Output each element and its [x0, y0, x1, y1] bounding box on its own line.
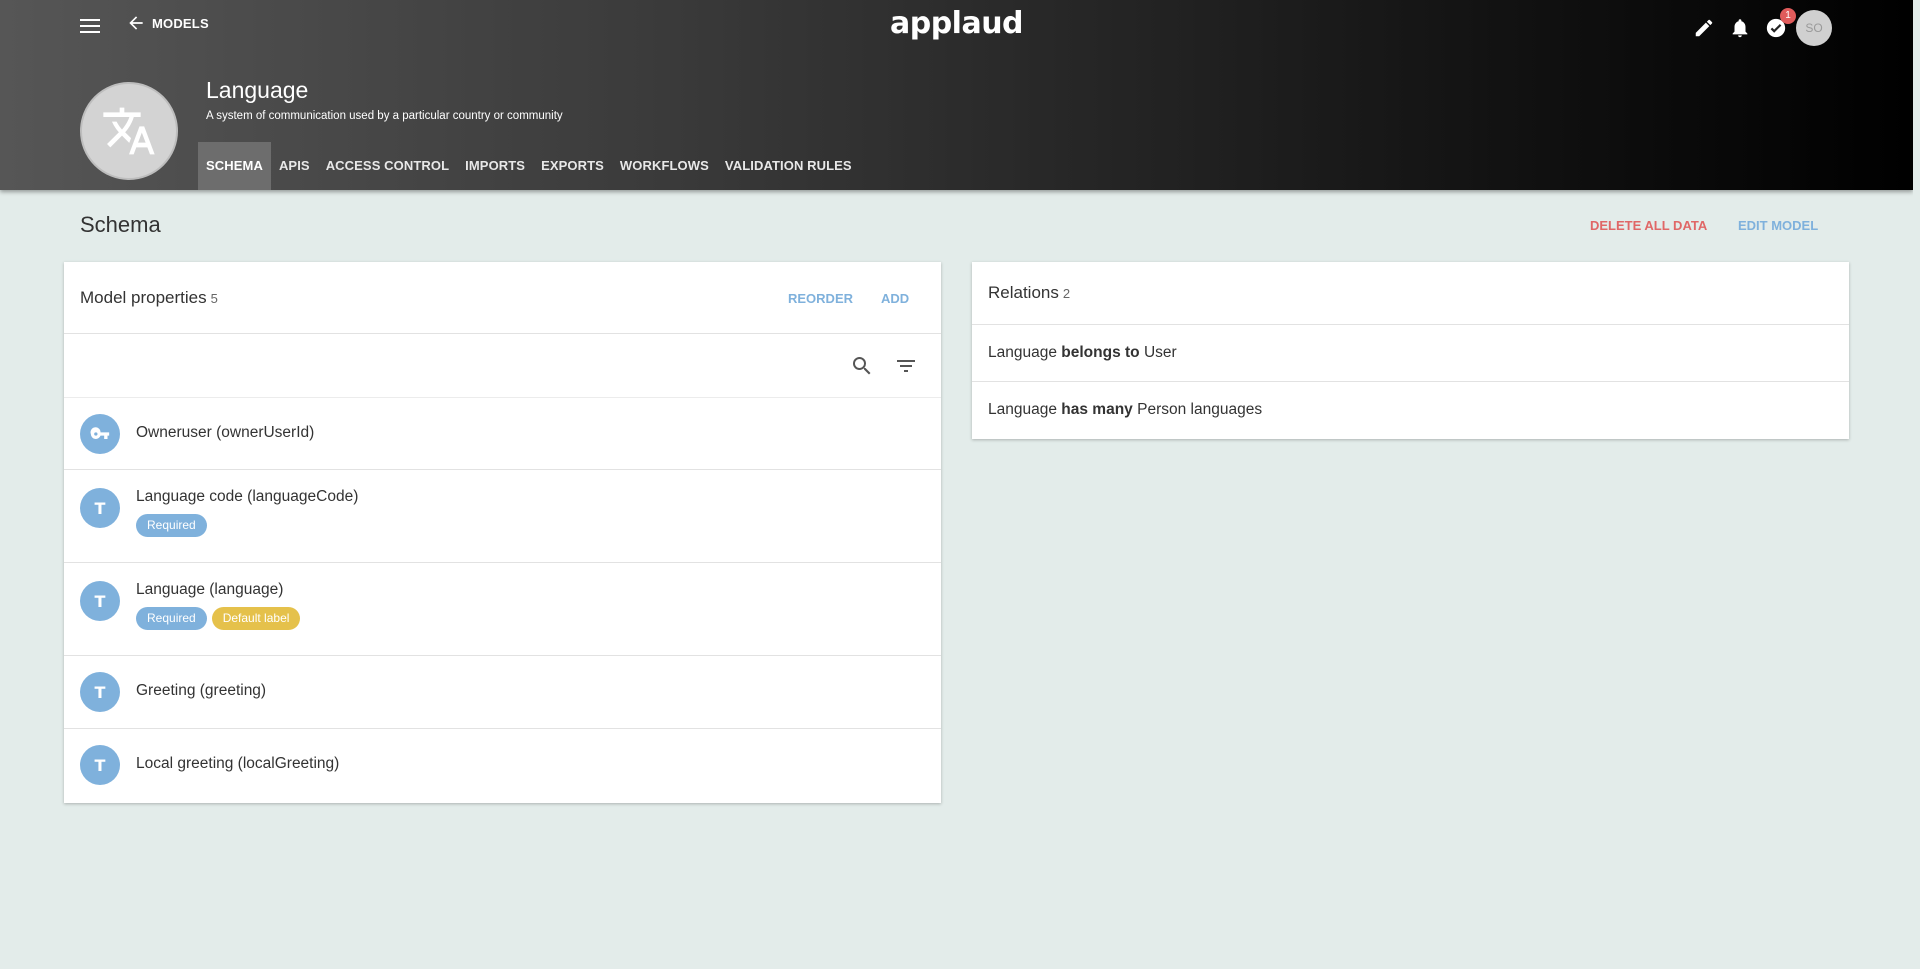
- required-tag: Required: [136, 514, 207, 537]
- required-tag: Required: [136, 607, 207, 630]
- text-type-icon: T: [80, 672, 120, 712]
- tab-access-control[interactable]: ACCESS CONTROL: [318, 142, 457, 190]
- type-glyph: T: [94, 591, 106, 611]
- relation-object: User: [1143, 344, 1177, 361]
- property-name: Language (language): [136, 581, 284, 598]
- search-icon[interactable]: [850, 354, 874, 378]
- relations-card: Relations 2 Language belongs to User Lang…: [972, 262, 1849, 439]
- delete-all-data-button[interactable]: DELETE ALL DATA: [1590, 218, 1707, 233]
- property-row[interactable]: T Language code (languageCode) Required: [64, 470, 941, 563]
- model-properties-header: Model properties 5 REORDER ADD: [64, 262, 941, 334]
- text-type-icon: T: [80, 581, 120, 621]
- properties-count: 5: [210, 291, 218, 306]
- relations-count: 2: [1062, 286, 1071, 301]
- add-property-button[interactable]: ADD: [881, 291, 909, 306]
- relation-object: Person languages: [1137, 401, 1263, 418]
- tab-validation-rules[interactable]: VALIDATION RULES: [717, 142, 860, 190]
- text-type-icon: T: [80, 488, 120, 528]
- type-glyph: T: [94, 682, 106, 702]
- relation-row[interactable]: Language has many Person languages: [972, 382, 1849, 439]
- tab-schema[interactable]: SCHEMA: [198, 142, 271, 190]
- page-scrollbar[interactable]: [1913, 0, 1920, 969]
- property-row[interactable]: T Local greeting (localGreeting): [64, 729, 941, 801]
- model-tabs: SCHEMA APIS ACCESS CONTROL IMPORTS EXPOR…: [198, 142, 860, 190]
- relation-verb: has many: [1061, 401, 1133, 418]
- page-title: Schema: [80, 212, 161, 237]
- relation-subject: Language: [988, 344, 1057, 361]
- model-description: A system of communication used by a part…: [206, 110, 563, 122]
- model-properties-card: Model properties 5 REORDER ADD Owneruser …: [64, 262, 941, 803]
- relation-row[interactable]: Language belongs to User: [972, 325, 1849, 382]
- type-glyph: T: [94, 755, 106, 775]
- header-actions: 1 SO: [1690, 8, 1832, 46]
- bell-icon[interactable]: [1726, 14, 1754, 42]
- reorder-button[interactable]: REORDER: [788, 291, 853, 306]
- property-tags: Required Default label: [136, 607, 305, 630]
- property-tags: Required: [136, 514, 212, 537]
- model-avatar: [80, 82, 178, 180]
- relations-header: Relations 2: [972, 262, 1849, 325]
- relation-verb: belongs to: [1061, 344, 1140, 361]
- filter-icon[interactable]: [894, 354, 918, 378]
- property-row[interactable]: T Greeting (greeting): [64, 656, 941, 729]
- notification-badge: 1: [1780, 8, 1796, 24]
- type-glyph: T: [94, 498, 106, 518]
- key-icon: [80, 414, 120, 454]
- edit-model-button[interactable]: EDIT MODEL: [1738, 218, 1818, 233]
- property-row[interactable]: Owneruser (ownerUserId): [64, 398, 941, 470]
- tasks-check-icon[interactable]: 1: [1762, 8, 1796, 42]
- edit-pencil-icon[interactable]: [1690, 14, 1718, 42]
- translate-icon: [103, 107, 155, 155]
- relation-subject: Language: [988, 401, 1057, 418]
- property-row[interactable]: T Language (language) Required Default l…: [64, 563, 941, 656]
- property-name: Local greeting (localGreeting): [136, 755, 340, 772]
- app-header: MODELS applaud 1 SO Language A system of…: [0, 0, 1913, 190]
- tab-workflows[interactable]: WORKFLOWS: [612, 142, 717, 190]
- tab-exports[interactable]: EXPORTS: [533, 142, 612, 190]
- app-logo: applaud: [889, 6, 1024, 41]
- text-type-icon: T: [80, 745, 120, 785]
- default-label-tag: Default label: [211, 607, 301, 630]
- property-name: Owneruser (ownerUserId): [136, 424, 315, 441]
- model-title: Language: [206, 77, 309, 103]
- user-avatar[interactable]: SO: [1796, 10, 1832, 46]
- model-properties-title-text: Model properties: [80, 288, 207, 307]
- relations-title-text: Relations: [988, 283, 1059, 302]
- property-name: Greeting (greeting): [136, 682, 267, 699]
- model-properties-title: Model properties 5: [80, 288, 218, 308]
- tab-imports[interactable]: IMPORTS: [457, 142, 533, 190]
- relations-title: Relations 2: [988, 283, 1070, 303]
- properties-toolbar: [64, 334, 941, 398]
- tab-apis[interactable]: APIS: [271, 142, 318, 190]
- property-name: Language code (languageCode): [136, 488, 359, 505]
